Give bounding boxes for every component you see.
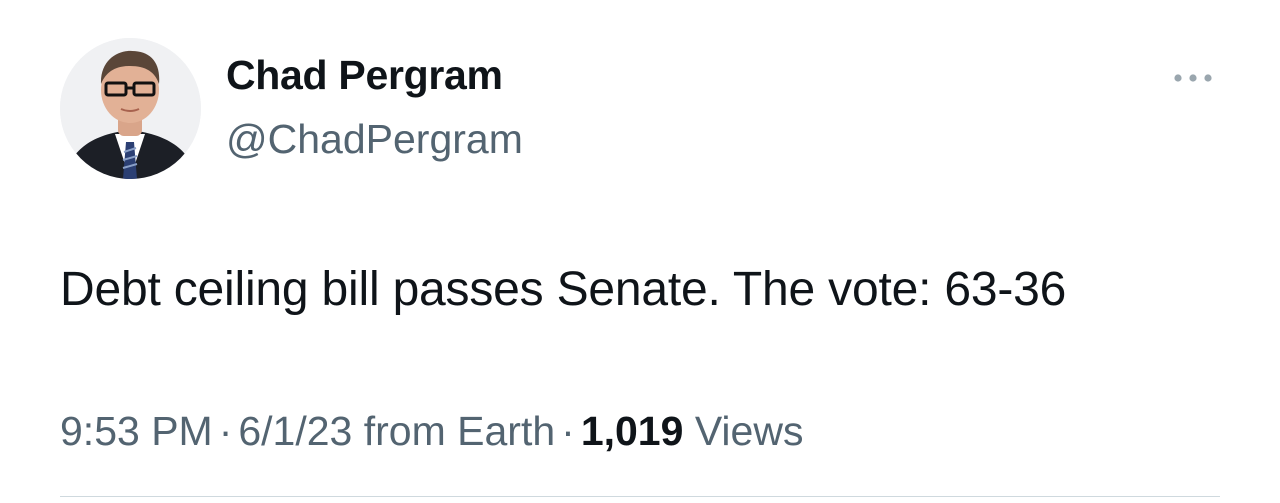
avatar-image bbox=[60, 38, 201, 179]
meta-separator: · bbox=[218, 408, 233, 454]
author-handle[interactable]: @ChadPergram bbox=[226, 116, 523, 163]
tweet-source: from Earth bbox=[363, 408, 556, 454]
author-display-name[interactable]: Chad Pergram bbox=[226, 52, 503, 99]
tweet-date[interactable]: 6/1/23 bbox=[238, 408, 352, 454]
more-horizontal-icon bbox=[1174, 74, 1212, 82]
meta-separator: · bbox=[561, 408, 575, 454]
tweet-text: Debt ceiling bill passes Senate. The vot… bbox=[60, 263, 1067, 316]
avatar[interactable] bbox=[60, 38, 201, 179]
views-count[interactable]: 1,019 bbox=[581, 408, 684, 454]
divider bbox=[60, 496, 1220, 497]
tweet-card: Chad Pergram @ChadPergram Debt ceiling b… bbox=[0, 0, 1280, 503]
tweet-time[interactable]: 9:53 PM bbox=[60, 408, 213, 454]
more-options-button[interactable] bbox=[1170, 66, 1216, 90]
views-label: Views bbox=[694, 408, 804, 454]
tweet-meta: 9:53 PM · 6/1/23 from Earth · 1,019 Views bbox=[60, 408, 803, 455]
